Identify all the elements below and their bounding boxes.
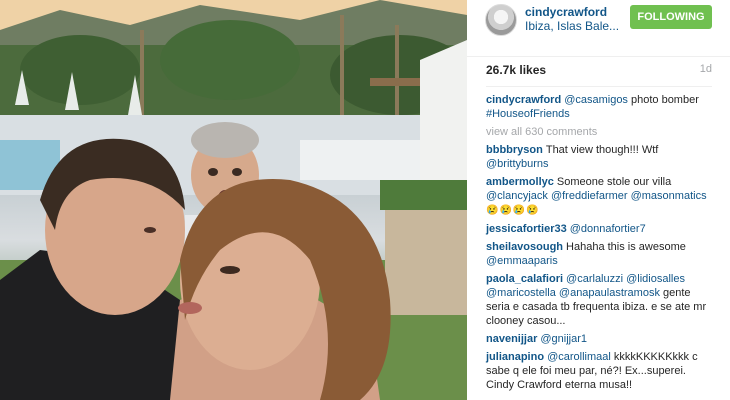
comment-mention[interactable]: @gnijjar1 [540, 333, 587, 345]
post-header: cindycrawford Ibiza, Islas Bale... FOLLO… [467, 0, 730, 57]
divider [486, 86, 712, 87]
comment-item: julianapino @carollimaal kkkkKKKKKkkk c s… [486, 350, 712, 392]
comment-mention[interactable]: @donnafortier7 [570, 223, 646, 235]
caption-text: photo bomber [627, 94, 699, 106]
comment-username[interactable]: paola_calafiori [486, 273, 563, 285]
comment-item: paola_calafiori @carlaluzzi @lidiosalles … [486, 272, 712, 328]
comment-username[interactable]: sheilavosough [486, 241, 563, 253]
comment-mention[interactable]: @brittyburns [486, 158, 549, 170]
view-all-comments-link[interactable]: view all 630 comments [486, 125, 712, 139]
comment-username[interactable]: ambermollyc [486, 176, 554, 188]
post-author-username[interactable]: cindycrawford [525, 5, 607, 19]
caption-hashtag[interactable]: #HouseofFriends [486, 108, 570, 120]
comment-text: That view though!!! Wtf [545, 144, 659, 156]
comment-mention[interactable]: @clancyjack @freddiefarmer @masonmatics [486, 190, 707, 202]
following-button[interactable]: FOLLOWING [630, 5, 712, 29]
comment-username[interactable]: navenijjar [486, 333, 537, 345]
crying-emoji-icon: 😢😢😢😢 [486, 205, 540, 216]
photo-illustration [0, 0, 467, 400]
caption-username[interactable]: cindycrawford [486, 94, 561, 106]
post-location[interactable]: Ibiza, Islas Bale... [525, 19, 619, 33]
comment-text: Hahaha this is awesome [566, 241, 686, 253]
profile-avatar[interactable] [485, 4, 517, 36]
comment-username[interactable]: bbbbryson [486, 144, 543, 156]
comment-mention[interactable]: @carollimaal [547, 351, 611, 363]
comment-item: bbbbryson That view though!!! Wtf @britty… [486, 143, 712, 171]
comment-text: Someone stole our villa [556, 176, 672, 188]
comment-item: jessicafortier33 @donnafortier7 [486, 222, 712, 236]
caption-mention[interactable]: @casamigos [564, 94, 628, 106]
comment-item: navenijjar @gnijjar1 [486, 332, 712, 346]
comment-username[interactable]: julianapino [486, 351, 544, 363]
comments-list: cindycrawford @casamigos photo bomber #Ho… [486, 93, 712, 396]
post-meta: 26.7k likes 1d [486, 63, 712, 81]
comment-mention[interactable]: @emmaaparis [486, 255, 558, 267]
likes-count[interactable]: 26.7k likes [486, 63, 546, 77]
post-age[interactable]: 1d [700, 63, 712, 75]
comment-username[interactable]: jessicafortier33 [486, 223, 567, 235]
post-photo[interactable] [0, 0, 467, 400]
comment-item: sheilavosough Hahaha this is awesome @emm… [486, 240, 712, 268]
caption: cindycrawford @casamigos photo bomber #Ho… [486, 93, 712, 121]
comment-item: ambermollyc Someone stole our villa @clan… [486, 175, 712, 218]
post-detail-panel: cindycrawford Ibiza, Islas Bale... FOLLO… [467, 0, 730, 400]
